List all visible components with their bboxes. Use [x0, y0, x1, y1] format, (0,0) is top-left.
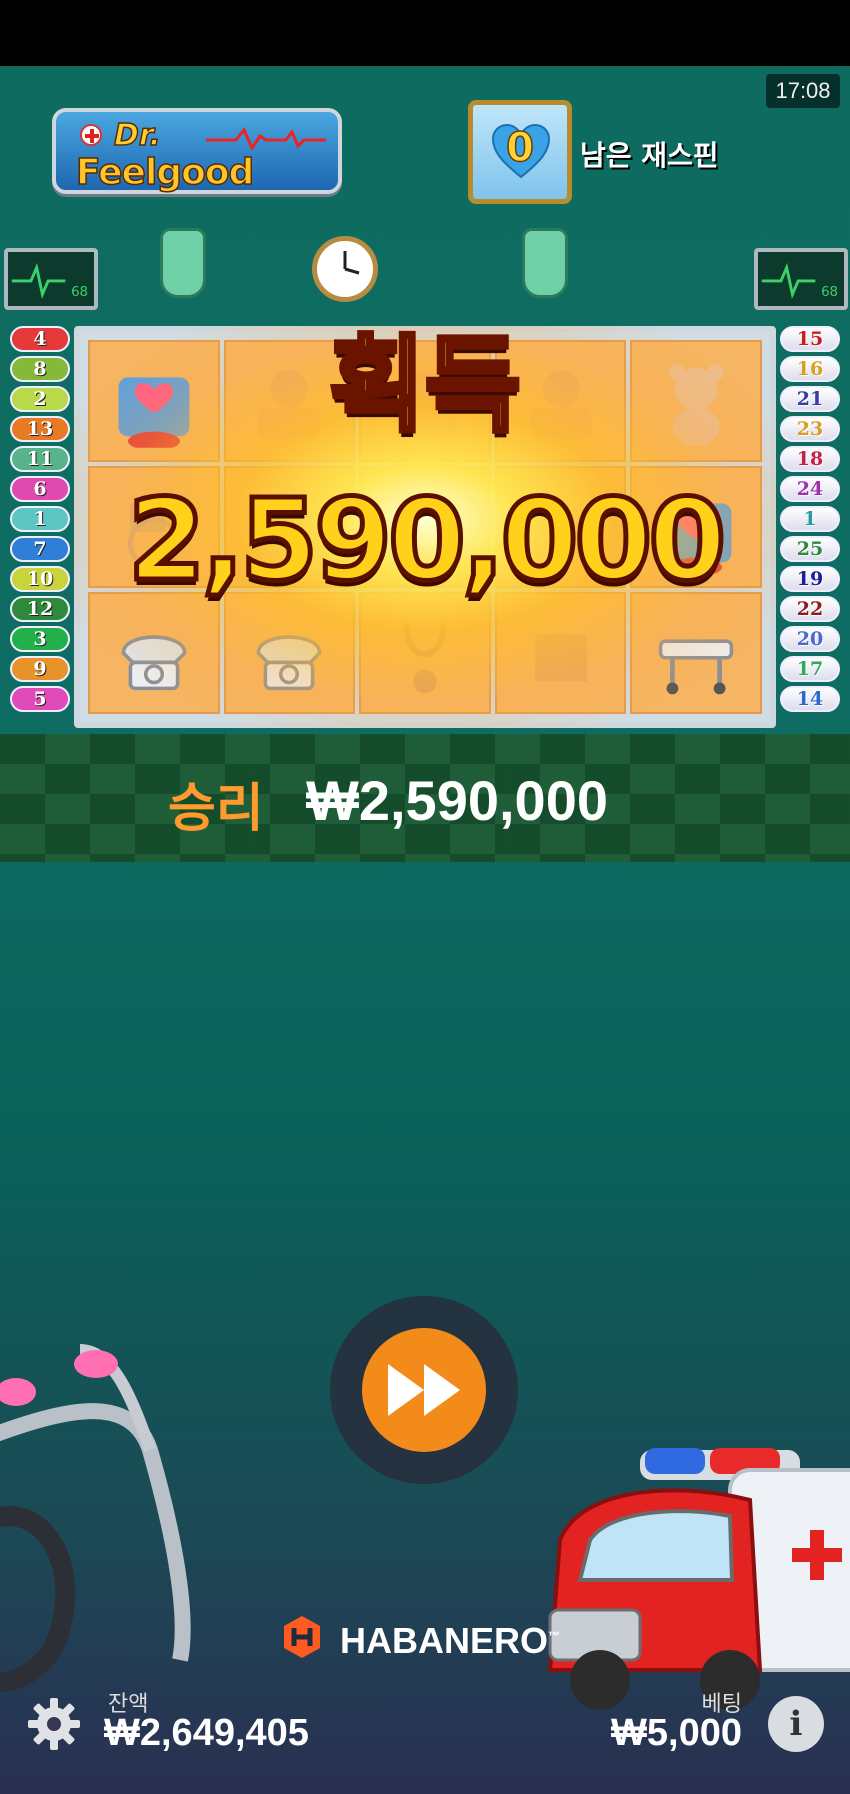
- ecg-icon: 68: [761, 262, 838, 300]
- medical-cross-icon: [80, 124, 102, 146]
- payline-left-12: 5: [10, 686, 70, 712]
- trademark: ™: [548, 1629, 561, 1643]
- svg-text:68: 68: [71, 285, 88, 300]
- stethoscope-icon: [0, 1344, 191, 1693]
- win-value: ₩2,590,000: [306, 769, 608, 832]
- settings-gear-icon[interactable]: [26, 1696, 82, 1752]
- game-logo: Dr. Feelgood: [52, 108, 342, 194]
- payline-left-11: 9: [10, 656, 70, 682]
- win-label: 승리: [168, 779, 264, 839]
- fast-forward-button[interactable]: [362, 1328, 486, 1452]
- logo-line1: Dr.: [113, 117, 161, 154]
- respin-label: 남은 재스핀: [580, 139, 719, 172]
- ecg-icon: 68: [11, 262, 88, 300]
- svg-text:68: 68: [821, 285, 838, 300]
- logo-line2: Feelgood: [75, 151, 255, 194]
- iv-bag-left: [160, 228, 206, 298]
- ambulance-icon: [547, 1448, 850, 1710]
- win-amount: 2,590,000: [125, 474, 729, 609]
- payline-right-10: 20: [780, 626, 840, 652]
- status-time: 17:08: [766, 74, 840, 108]
- brand-name-text: HABANERO: [340, 1620, 549, 1661]
- payline-right-12: 14: [780, 686, 840, 712]
- info-button[interactable]: i: [768, 1696, 824, 1752]
- payline-left-10: 3: [10, 626, 70, 652]
- respin-counter: 0: [468, 100, 572, 204]
- bet-value[interactable]: ₩5,000: [611, 1712, 742, 1755]
- win-title: 획득: [327, 322, 523, 449]
- status-bar: [0, 0, 850, 66]
- heartbeat-icon: [206, 127, 326, 150]
- payline-right-11: 17: [780, 656, 840, 682]
- brand-name: HABANERO™: [340, 1620, 560, 1662]
- iv-bag-right: [522, 228, 568, 298]
- balance-value: ₩2,649,405: [104, 1712, 309, 1754]
- wall-clock-icon: [312, 236, 378, 302]
- fast-forward-icon: [388, 1364, 460, 1416]
- respin-count: 0: [505, 124, 534, 172]
- habanero-logo-icon: [284, 1616, 320, 1658]
